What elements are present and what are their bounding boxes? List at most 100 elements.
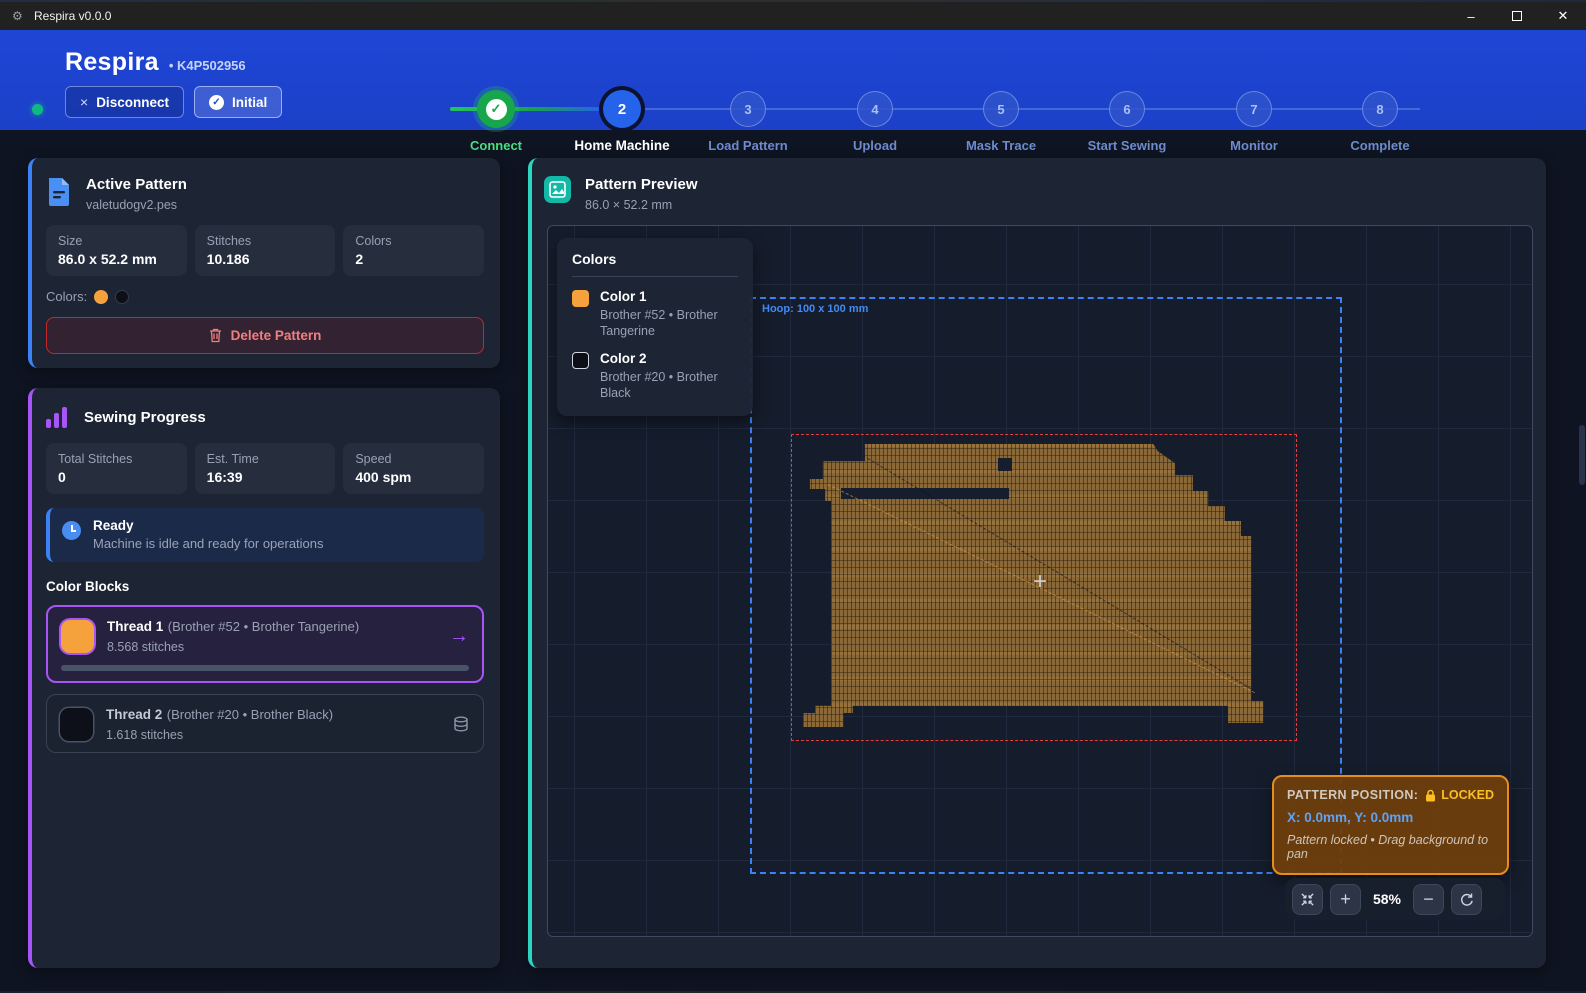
step-label: Start Sewing: [1088, 138, 1167, 153]
layers-icon: [452, 715, 470, 733]
maximize-icon: [1512, 11, 1522, 21]
stat-colors: Colors 2: [343, 225, 484, 276]
card-title: Pattern Preview: [585, 176, 698, 193]
legend-item-color1: Color 1 Brother #52 • Brother Tangerine: [572, 289, 738, 339]
refresh-icon: [1459, 892, 1474, 907]
compress-icon: [1300, 892, 1315, 907]
connection-status-dot: [32, 104, 43, 115]
x-icon: ×: [80, 94, 88, 110]
app-header: Respira • K4P502956 × Disconnect ✓ Initi…: [0, 30, 1586, 130]
plus-icon: +: [1340, 889, 1351, 910]
close-button[interactable]: ✕: [1540, 2, 1586, 30]
hoop-label: Hoop: 100 x 100 mm: [762, 303, 868, 315]
locked-badge: LOCKED: [1441, 788, 1494, 802]
check-icon: ✓: [486, 99, 507, 120]
page-scrollbar[interactable]: [1578, 130, 1586, 993]
bar-chart-icon: [46, 406, 70, 428]
colors-label: Colors:: [46, 289, 87, 304]
thread-detail: (Brother #52 • Brother Tangerine): [168, 619, 359, 634]
step-label: Monitor: [1230, 138, 1278, 153]
scrollbar-thumb[interactable]: [1579, 425, 1585, 485]
stat-stitches: Stitches 10.186: [195, 225, 336, 276]
legend-swatch-orange: [572, 290, 589, 307]
delete-pattern-button[interactable]: Delete Pattern: [46, 317, 484, 354]
zoom-in-button[interactable]: +: [1330, 884, 1361, 915]
thread-progress-bar: [61, 665, 469, 671]
color-swatch-black: [115, 290, 129, 304]
step-label: Mask Trace: [966, 138, 1036, 153]
sewing-progress-card: Sewing Progress Total Stitches 0 Est. Ti…: [28, 388, 500, 968]
machine-status-banner: Ready Machine is idle and ready for oper…: [46, 508, 484, 562]
file-icon: [46, 176, 72, 206]
initial-button[interactable]: ✓ Initial: [194, 86, 282, 118]
close-icon: ✕: [1558, 8, 1569, 24]
reset-view-button[interactable]: [1451, 884, 1482, 915]
app-icon: ⚙: [12, 9, 26, 23]
delete-pattern-label: Delete Pattern: [231, 328, 322, 343]
thread-name: Thread 1: [107, 619, 163, 634]
step-label: Complete: [1350, 138, 1409, 153]
brand-title: Respira: [65, 48, 159, 77]
check-circle-icon: ✓: [209, 95, 224, 110]
stat-size: Size 86.0 x 52.2 mm: [46, 225, 187, 276]
thread-stitch-count: 1.618 stitches: [106, 728, 333, 742]
legend-item-color2: Color 2 Brother #20 • Brother Black: [572, 351, 738, 401]
color-swatch-orange: [94, 290, 108, 304]
zoom-toolbar: + 58% −: [1285, 878, 1505, 920]
step-active-circle: 2: [603, 90, 641, 128]
minimize-button[interactable]: –: [1448, 2, 1494, 30]
canvas-crosshair: +: [1028, 570, 1052, 594]
step-done-circle: ✓: [477, 90, 515, 128]
pattern-position-overlay: PATTERN POSITION: LOCKED X: 0.0mm, Y: 0.…: [1272, 775, 1509, 875]
thread-name: Thread 2: [106, 707, 162, 722]
stepper-connector-done: [450, 107, 600, 111]
arrow-right-icon: →: [449, 625, 469, 648]
zoom-level: 58%: [1368, 891, 1406, 907]
minus-icon: −: [1423, 889, 1434, 910]
clock-icon: [62, 521, 81, 540]
step-label: Home Machine: [574, 138, 669, 153]
pattern-preview-card: Pattern Preview 86.0 × 52.2 mm Hoop: 100…: [528, 158, 1546, 968]
preview-canvas[interactable]: Hoop: 100 x 100 mm + Colors Color 1 Brot…: [547, 225, 1533, 937]
stat-speed: Speed 400 spm: [343, 443, 484, 494]
legend-title: Colors: [572, 251, 738, 277]
machine-serial: • K4P502956: [169, 58, 246, 73]
image-icon: [544, 176, 571, 203]
position-hint: Pattern locked • Drag background to pan: [1287, 833, 1494, 861]
card-title: Active Pattern: [86, 176, 187, 193]
fit-view-button[interactable]: [1292, 884, 1323, 915]
step-circle: 7: [1236, 91, 1272, 127]
stat-est-time: Est. Time 16:39: [195, 443, 336, 494]
step-label: Connect: [470, 138, 522, 153]
thread-stitch-count: 8.568 stitches: [107, 640, 359, 654]
window-controls: – ✕: [1448, 2, 1586, 30]
status-description: Machine is idle and ready for operations: [93, 536, 324, 551]
trash-icon: [209, 328, 222, 343]
colors-legend: Colors Color 1 Brother #52 • Brother Tan…: [557, 238, 753, 416]
pattern-gap: [998, 458, 1012, 471]
maximize-button[interactable]: [1494, 2, 1540, 30]
lock-icon: [1425, 789, 1436, 802]
card-title: Sewing Progress: [84, 409, 206, 426]
thread-1-swatch: [61, 620, 94, 653]
titlebar: ⚙ Respira v0.0.0 – ✕: [0, 2, 1586, 30]
disconnect-label: Disconnect: [96, 95, 169, 110]
thread-1-block[interactable]: Thread 1 (Brother #52 • Brother Tangerin…: [46, 605, 484, 683]
step-label: Upload: [853, 138, 897, 153]
initial-label: Initial: [232, 95, 267, 110]
step-circle: 8: [1362, 91, 1398, 127]
status-title: Ready: [93, 518, 324, 533]
pattern-filename: valetudogv2.pes: [86, 198, 187, 212]
window-title: Respira v0.0.0: [34, 9, 111, 23]
position-label: PATTERN POSITION:: [1287, 788, 1418, 802]
step-circle: 3: [730, 91, 766, 127]
thread-detail: (Brother #20 • Brother Black): [167, 707, 333, 722]
wizard-stepper: ✓ Connect 2 Home Machine 3 Load Pattern …: [450, 70, 1420, 156]
thread-2-swatch: [60, 708, 93, 741]
position-coordinates: X: 0.0mm, Y: 0.0mm: [1287, 810, 1494, 825]
disconnect-button[interactable]: × Disconnect: [65, 86, 184, 118]
color-blocks-heading: Color Blocks: [46, 579, 484, 594]
thread-2-block[interactable]: Thread 2 (Brother #20 • Brother Black) 1…: [46, 694, 484, 753]
zoom-out-button[interactable]: −: [1413, 884, 1444, 915]
step-circle: 5: [983, 91, 1019, 127]
